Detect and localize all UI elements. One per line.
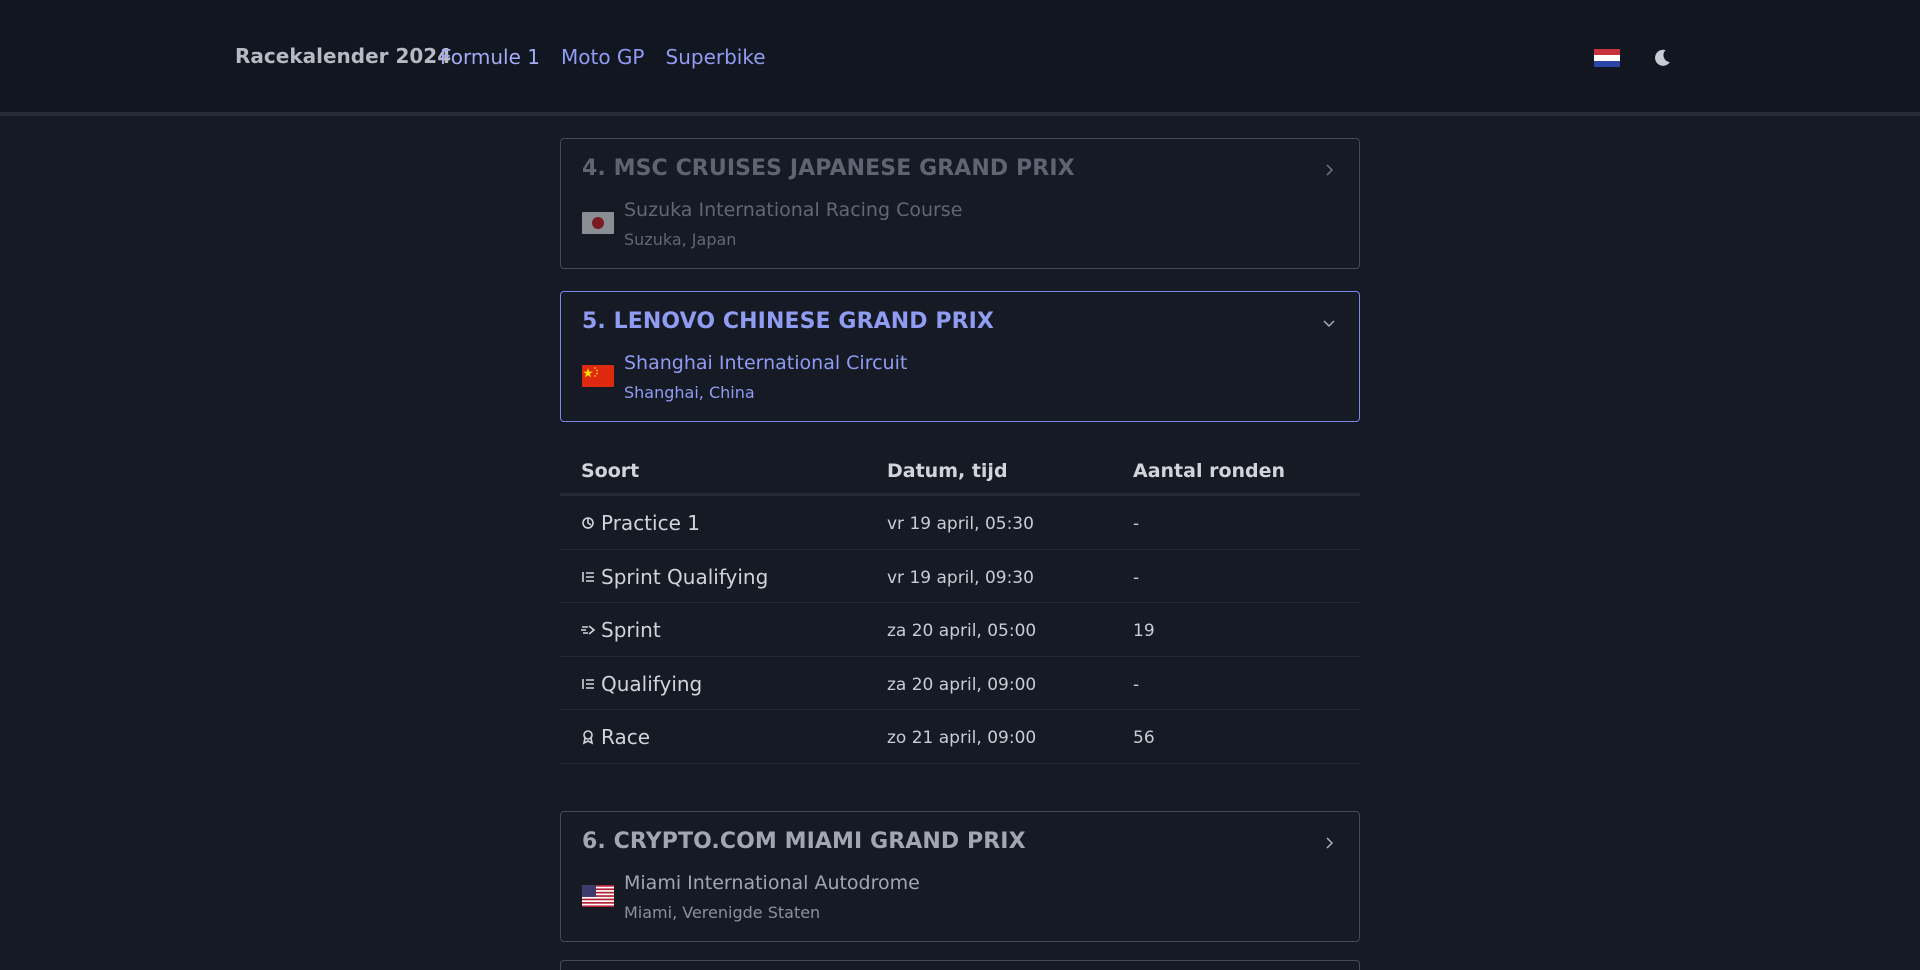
header-datum-tijd: Datum, tijd — [887, 460, 1008, 482]
trophy-icon — [582, 730, 594, 745]
event-title: 6. CRYPTO.COM MIAMI GRAND PRIX — [582, 829, 1026, 854]
sprint-icon — [581, 625, 596, 635]
nav-links: Formule 1 Moto GP Superbike — [440, 45, 766, 69]
table-row: Sprint za 20 april, 05:00 19 — [560, 603, 1360, 657]
moon-icon[interactable] — [1650, 46, 1674, 70]
session-type: Sprint Qualifying — [601, 564, 769, 589]
session-laps: - — [1133, 674, 1140, 695]
list-icon — [582, 571, 594, 582]
event-card-china[interactable]: 5. LENOVO CHINESE GRAND PRIX Shanghai In… — [560, 291, 1360, 422]
practice-icon — [582, 517, 594, 529]
usa-flag-icon — [582, 885, 614, 907]
event-location: Suzuka, Japan — [624, 230, 737, 249]
event-card-next[interactable] — [560, 960, 1360, 970]
session-date: zo 21 april, 09:00 — [887, 728, 1037, 749]
session-laps: 56 — [1133, 728, 1155, 749]
session-date: vr 19 april, 09:30 — [887, 567, 1034, 588]
session-date: za 20 april, 05:00 — [887, 621, 1037, 642]
event-title: 5. LENOVO CHINESE GRAND PRIX — [582, 309, 994, 334]
chevron-down-icon — [1323, 320, 1335, 328]
nav-link-superbike[interactable]: Superbike — [666, 45, 766, 69]
nav-link-formule-1[interactable]: Formule 1 — [440, 45, 540, 69]
event-circuit: Miami International Autodrome — [624, 872, 920, 894]
session-laps: - — [1133, 514, 1140, 534]
table-row: Qualifying za 20 april, 09:00 - — [560, 657, 1360, 711]
event-card-japan[interactable]: 4. MSC CRUISES JAPANESE GRAND PRIX Suzuk… — [560, 138, 1360, 269]
session-laps: 19 — [1133, 621, 1155, 642]
session-laps: - — [1133, 567, 1140, 588]
event-circuit: Suzuka International Racing Course — [624, 199, 963, 221]
session-type: Sprint — [601, 618, 661, 643]
session-date: za 20 april, 09:00 — [887, 674, 1037, 695]
table-row: Race zo 21 april, 09:00 56 — [560, 710, 1360, 764]
header-aantal-ronden: Aantal ronden — [1133, 460, 1286, 482]
event-title: 4. MSC CRUISES JAPANESE GRAND PRIX — [582, 156, 1075, 181]
event-location: Shanghai, China — [624, 383, 755, 402]
event-location: Miami, Verenigde Staten — [624, 903, 821, 922]
list-icon — [582, 678, 594, 689]
top-navbar: Racekalender 2024 Formule 1 Moto GP Supe… — [0, 0, 1920, 116]
sessions-header: Soort Datum, tijd Aantal ronden — [560, 444, 1360, 496]
table-row: Sprint Qualifying vr 19 april, 09:30 - — [560, 550, 1360, 604]
nav-link-moto-gp[interactable]: Moto GP — [561, 45, 645, 69]
sessions-table: Soort Datum, tijd Aantal ronden Practice… — [560, 444, 1360, 764]
japan-flag-icon — [582, 212, 614, 234]
session-type: Qualifying — [601, 671, 703, 696]
session-date: vr 19 april, 05:30 — [887, 514, 1034, 534]
table-row: Practice 1 vr 19 april, 05:30 - — [560, 496, 1360, 550]
chevron-right-icon — [1326, 837, 1334, 849]
china-flag-icon — [582, 365, 614, 387]
session-type: Race — [601, 725, 651, 750]
session-type: Practice 1 — [601, 511, 700, 535]
event-card-miami[interactable]: 6. CRYPTO.COM MIAMI GRAND PRIX Miami Int… — [560, 811, 1360, 942]
header-soort: Soort — [581, 460, 640, 482]
event-circuit: Shanghai International Circuit — [624, 352, 908, 374]
netherlands-flag-icon[interactable] — [1594, 49, 1620, 67]
brand-link[interactable]: Racekalender 2024 — [235, 44, 451, 68]
chevron-right-icon — [1326, 164, 1334, 176]
